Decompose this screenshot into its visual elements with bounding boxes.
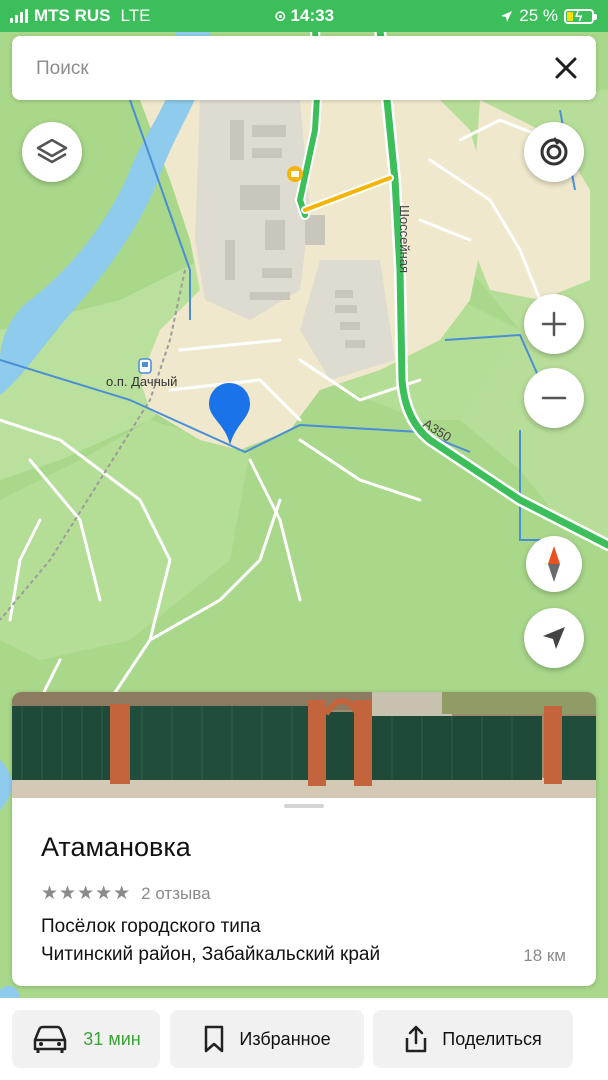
my-location-icon	[543, 627, 565, 649]
rating-stars: ★★★★★	[41, 883, 132, 904]
place-card[interactable]: Атамановка ★★★★★ 2 отзыва Посёлок городс…	[12, 692, 596, 986]
rating-row[interactable]: ★★★★★ 2 отзыва	[41, 882, 211, 905]
zoom-in-icon	[541, 311, 567, 337]
search-input[interactable]: Поиск	[36, 58, 89, 80]
share-button[interactable]: Поделиться	[373, 1010, 573, 1068]
compass-button[interactable]	[526, 536, 582, 592]
clock-time: 14:33	[290, 6, 335, 25]
zoom-out-button[interactable]	[524, 368, 584, 428]
place-distance: 18 км	[523, 946, 566, 965]
route-button[interactable]: 31 мин	[12, 1010, 160, 1068]
bookmark-icon	[205, 1025, 224, 1053]
drag-handle[interactable]	[284, 804, 324, 808]
layers-button[interactable]	[22, 122, 82, 182]
train-station-icon[interactable]	[138, 358, 152, 374]
route-time: 31 мин	[83, 1028, 141, 1049]
share-label: Поделиться	[442, 1028, 542, 1049]
street-label: Шоссейная	[397, 205, 412, 273]
poi-icon[interactable]	[287, 166, 303, 182]
bottom-action-bar: 31 мин Избранное Поделиться	[0, 998, 608, 1080]
battery-charging-icon: ϟ	[564, 8, 597, 24]
location-arrow-icon	[501, 10, 513, 22]
traffic-icon	[540, 137, 568, 166]
layers-icon	[36, 138, 68, 164]
compass-icon	[548, 546, 560, 582]
car-icon	[34, 1025, 67, 1053]
search-bar[interactable]: Поиск	[12, 36, 596, 100]
favorite-label: Избранное	[239, 1028, 331, 1049]
status-bar: MTS RUS LTE ⊙ 14:33 25 % ϟ	[0, 0, 608, 32]
place-card-body[interactable]: Атамановка ★★★★★ 2 отзыва Посёлок городс…	[12, 798, 596, 986]
place-type: Посёлок городского типа	[41, 916, 261, 937]
share-icon	[406, 1025, 427, 1053]
my-location-button[interactable]	[524, 608, 584, 668]
zoom-in-button[interactable]	[524, 294, 584, 354]
battery-percent: 25 %	[519, 6, 558, 25]
place-photo[interactable]	[12, 692, 596, 798]
status-bar-right: 25 % ϟ	[500, 6, 597, 26]
reviews-count[interactable]: 2 отзыва	[141, 884, 210, 904]
traffic-button[interactable]	[524, 122, 584, 182]
zoom-out-icon	[541, 396, 567, 400]
place-region: Читинский район, Забайкальский край	[41, 944, 381, 965]
close-x-icon[interactable]	[550, 52, 582, 84]
station-label: о.п. Дачный	[106, 374, 177, 389]
favorite-button[interactable]: Избранное	[170, 1010, 364, 1068]
hotspot-link-icon: ⊙	[273, 8, 287, 25]
place-title: Атамановка	[41, 832, 191, 862]
